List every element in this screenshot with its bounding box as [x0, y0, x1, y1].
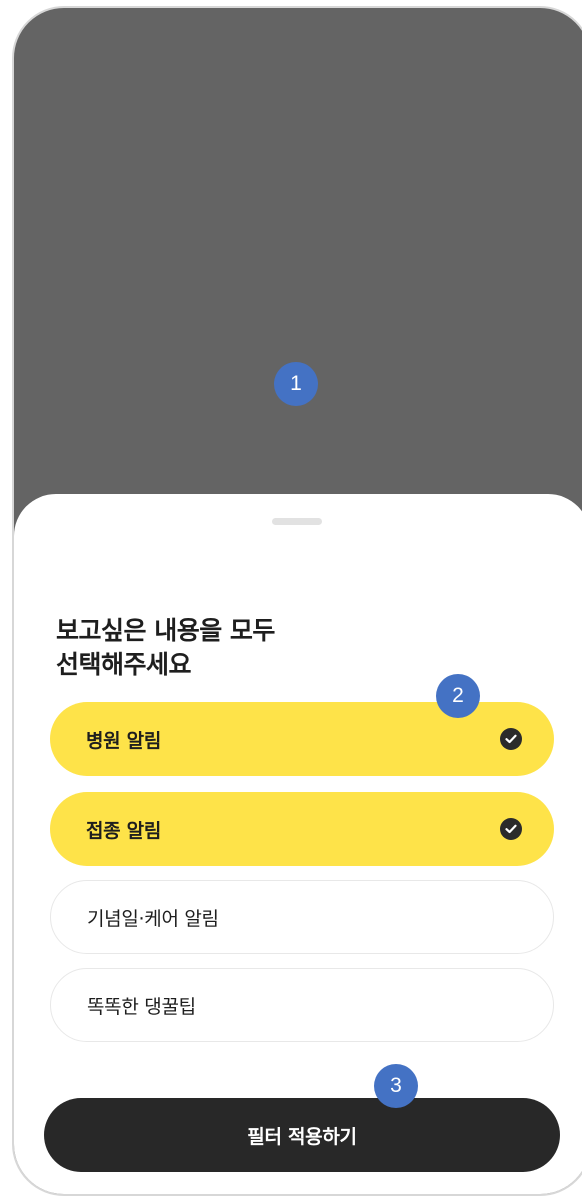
apply-filter-button[interactable]: 필터 적용하기 [44, 1098, 560, 1172]
option-label: 기념일·케어 알림 [87, 907, 219, 930]
annotation-marker-2: 2 [436, 674, 480, 718]
phone-frame: 보고싶은 내용을 모두 선택해주세요 병원 알림 접종 알림 기념일·케어 알림… [12, 6, 582, 1196]
sheet-drag-handle[interactable] [272, 518, 322, 525]
dim-overlay[interactable] [14, 8, 582, 508]
filter-bottom-sheet: 보고싶은 내용을 모두 선택해주세요 병원 알림 접종 알림 기념일·케어 알림… [14, 494, 582, 1194]
option-label: 접종 알림 [86, 819, 162, 842]
sheet-title-line-1: 보고싶은 내용을 모두 [56, 616, 275, 645]
check-circle-icon [500, 818, 522, 840]
sheet-title: 보고싶은 내용을 모두 선택해주세요 [56, 614, 275, 682]
check-circle-icon [500, 728, 522, 750]
option-anniversary-care-alert[interactable]: 기념일·케어 알림 [50, 880, 554, 954]
annotation-marker-1: 1 [274, 362, 318, 406]
option-label: 병원 알림 [86, 729, 162, 752]
annotation-marker-3: 3 [374, 1064, 418, 1108]
option-smart-tips[interactable]: 똑똑한 댕꿀팁 [50, 968, 554, 1042]
option-label: 똑똑한 댕꿀팁 [87, 995, 196, 1018]
sheet-title-line-2: 선택해주세요 [56, 650, 192, 679]
option-hospital-alert[interactable]: 병원 알림 [50, 702, 554, 776]
option-vaccination-alert[interactable]: 접종 알림 [50, 792, 554, 866]
